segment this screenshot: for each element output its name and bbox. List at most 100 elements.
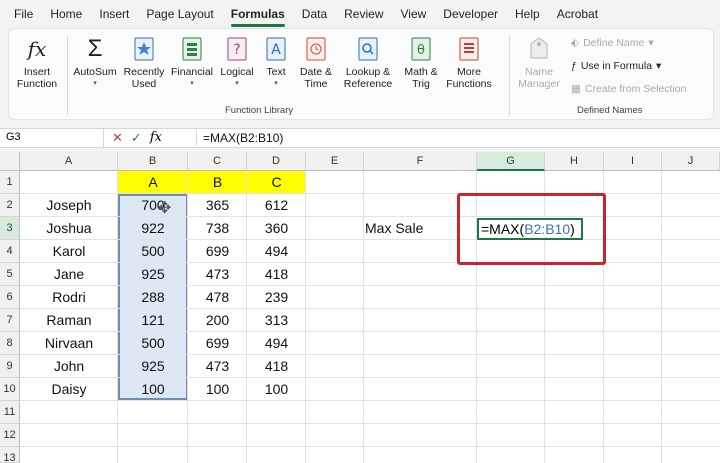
- cell-d8[interactable]: 494: [247, 332, 306, 355]
- row-header-13[interactable]: 13: [0, 447, 20, 463]
- logical-button[interactable]: ? Logical ▾: [217, 35, 257, 90]
- create-from-selection-button[interactable]: ▦ Create from Selection: [571, 83, 686, 95]
- cell-d2[interactable]: 612: [247, 194, 306, 217]
- cell-a3[interactable]: Joshua: [20, 217, 118, 240]
- math-label-1: Math &: [404, 66, 438, 78]
- column-header-h[interactable]: H: [545, 152, 604, 171]
- column-header-b[interactable]: B: [118, 152, 188, 171]
- formula-input[interactable]: =MAX(B2:B10): [196, 131, 283, 146]
- enter-icon[interactable]: ✓: [131, 130, 142, 146]
- date-time-button[interactable]: Date & Time: [295, 35, 337, 90]
- cell-d5[interactable]: 418: [247, 263, 306, 286]
- cell-c10[interactable]: 100: [188, 378, 247, 401]
- row-header-6[interactable]: 6: [0, 286, 20, 309]
- cell-a2[interactable]: Joseph: [20, 194, 118, 217]
- tab-home[interactable]: Home: [50, 3, 82, 25]
- cell-c9[interactable]: 473: [188, 355, 247, 378]
- cell-d7[interactable]: 313: [247, 309, 306, 332]
- cell-c7[interactable]: 200: [188, 309, 247, 332]
- row-header-11[interactable]: 11: [0, 401, 20, 424]
- tab-page-layout[interactable]: Page Layout: [146, 3, 213, 25]
- cell-b6[interactable]: 288: [118, 286, 188, 309]
- tab-review[interactable]: Review: [344, 3, 383, 25]
- magnifier-book-icon: [356, 35, 380, 63]
- cell-f3[interactable]: Max Sale: [365, 217, 423, 240]
- name-manager-button[interactable]: Name Manager: [517, 35, 561, 90]
- gridline: [20, 446, 720, 447]
- use-in-formula-button[interactable]: ƒ Use in Formula ▾: [571, 60, 661, 72]
- cell-a6[interactable]: Rodri: [20, 286, 118, 309]
- cell-b1[interactable]: A: [118, 171, 188, 194]
- row-header-12[interactable]: 12: [0, 424, 20, 447]
- cell-d10[interactable]: 100: [247, 378, 306, 401]
- cell-c3[interactable]: 738: [188, 217, 247, 240]
- column-header-i[interactable]: I: [604, 152, 662, 171]
- cell-a8[interactable]: Nirvaan: [20, 332, 118, 355]
- lookup-reference-button[interactable]: Lookup & Reference: [339, 35, 397, 90]
- row-header-5[interactable]: 5: [0, 263, 20, 286]
- row-header-4[interactable]: 4: [0, 240, 20, 263]
- cell-a7[interactable]: Raman: [20, 309, 118, 332]
- name-box[interactable]: G3: [0, 129, 104, 147]
- tab-developer[interactable]: Developer: [443, 3, 498, 25]
- text-button[interactable]: A Text ▾: [259, 35, 293, 90]
- autosum-button[interactable]: Σ AutoSum ▾: [71, 35, 119, 90]
- insert-function-button[interactable]: fx Insert Function: [15, 35, 59, 90]
- cell-b2[interactable]: 700: [118, 194, 188, 217]
- row-header-1[interactable]: 1: [0, 171, 20, 194]
- cancel-icon[interactable]: ✕: [112, 130, 123, 146]
- more-functions-button[interactable]: More Functions: [443, 35, 495, 90]
- cell-b3[interactable]: 922: [118, 217, 188, 240]
- row-header-9[interactable]: 9: [0, 355, 20, 378]
- tab-data[interactable]: Data: [302, 3, 327, 25]
- cell-c6[interactable]: 478: [188, 286, 247, 309]
- cell-b5[interactable]: 925: [118, 263, 188, 286]
- recently-used-button[interactable]: Recently Used: [121, 35, 167, 90]
- tab-acrobat[interactable]: Acrobat: [557, 3, 598, 25]
- column-header-d[interactable]: D: [247, 152, 306, 171]
- cell-b7[interactable]: 121: [118, 309, 188, 332]
- column-header-f[interactable]: F: [364, 152, 477, 171]
- cell-d6[interactable]: 239: [247, 286, 306, 309]
- row-header-10[interactable]: 10: [0, 378, 20, 401]
- cell-d9[interactable]: 418: [247, 355, 306, 378]
- cell-c5[interactable]: 473: [188, 263, 247, 286]
- cell-d1[interactable]: C: [247, 171, 306, 194]
- row-header-3[interactable]: 3: [0, 217, 20, 240]
- row-header-7[interactable]: 7: [0, 309, 20, 332]
- tab-file[interactable]: File: [14, 3, 33, 25]
- financial-button[interactable]: Financial ▾: [169, 35, 215, 90]
- math-trig-button[interactable]: θ Math & Trig: [401, 35, 441, 90]
- cell-b8[interactable]: 500: [118, 332, 188, 355]
- logical-label: Logical: [220, 66, 254, 78]
- cell-b9[interactable]: 925: [118, 355, 188, 378]
- fx-icon[interactable]: fx: [150, 130, 162, 146]
- row-header-2[interactable]: 2: [0, 194, 20, 217]
- define-name-button[interactable]: ⬖ Define Name ▾: [571, 37, 654, 49]
- chevron-down-icon: ▾: [93, 80, 97, 87]
- cell-c1[interactable]: B: [188, 171, 247, 194]
- column-header-g[interactable]: G: [477, 152, 545, 171]
- cell-b4[interactable]: 500: [118, 240, 188, 263]
- cell-c2[interactable]: 365: [188, 194, 247, 217]
- cell-a4[interactable]: Karol: [20, 240, 118, 263]
- cell-a9[interactable]: John: [20, 355, 118, 378]
- tab-insert[interactable]: Insert: [99, 3, 129, 25]
- column-header-c[interactable]: C: [188, 152, 247, 171]
- worksheet-grid[interactable]: A B C D E F G H I J 1 2 3 4 5 6 7 8 9 10…: [0, 152, 720, 463]
- column-header-e[interactable]: E: [306, 152, 364, 171]
- cell-c8[interactable]: 699: [188, 332, 247, 355]
- cell-d4[interactable]: 494: [247, 240, 306, 263]
- row-header-8[interactable]: 8: [0, 332, 20, 355]
- cell-a5[interactable]: Jane: [20, 263, 118, 286]
- cell-a10[interactable]: Daisy: [20, 378, 118, 401]
- cell-c4[interactable]: 699: [188, 240, 247, 263]
- cell-b10[interactable]: 100: [118, 378, 188, 401]
- select-all-corner[interactable]: [0, 152, 20, 171]
- cell-d3[interactable]: 360: [247, 217, 306, 240]
- tab-help[interactable]: Help: [515, 3, 540, 25]
- tab-formulas[interactable]: Formulas: [230, 3, 285, 27]
- tab-view[interactable]: View: [401, 3, 427, 25]
- column-header-j[interactable]: J: [662, 152, 720, 171]
- column-header-a[interactable]: A: [20, 152, 118, 171]
